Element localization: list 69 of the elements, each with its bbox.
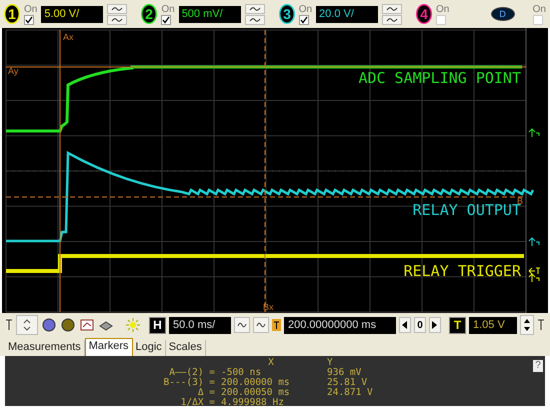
marker-label: Ay xyxy=(8,66,18,76)
channel-button[interactable]: 1 xyxy=(4,4,20,24)
on-label: On xyxy=(532,4,546,14)
up-down-icon xyxy=(523,318,531,332)
trace-label: RELAY TRIGGER xyxy=(404,262,521,280)
channel-button[interactable]: 4 xyxy=(416,4,432,24)
trigger-marker-icon xyxy=(272,319,281,331)
marker-icon xyxy=(537,318,545,332)
trace-label: ADC SAMPLING POINT xyxy=(358,69,521,87)
channel-button[interactable]: 3 xyxy=(278,4,295,24)
scale-field[interactable]: 5.00 V/ xyxy=(41,6,104,22)
marker-name: B---(3) = xyxy=(162,378,215,388)
marker-icon xyxy=(5,318,13,332)
right-arrow-icon xyxy=(432,321,438,329)
wave-button[interactable] xyxy=(234,317,250,333)
on-checkbox[interactable] xyxy=(161,14,172,24)
ac-coupling-icon xyxy=(244,4,265,14)
reset-button[interactable]: 0 xyxy=(414,317,426,333)
dc-coupling-icon xyxy=(244,14,265,24)
on-checkbox[interactable] xyxy=(24,14,34,24)
digital-button[interactable]: D xyxy=(490,7,515,21)
trigger-level-icon[interactable] xyxy=(528,268,540,274)
column-header: X xyxy=(267,358,275,368)
marker-label: Ax xyxy=(63,32,74,42)
marker-y-value: 24.871 V xyxy=(327,388,374,398)
marker-name: Δ = xyxy=(196,388,215,398)
marker-y-value: 936 mV xyxy=(327,368,362,378)
ground-marker-icon[interactable] xyxy=(528,273,540,282)
trigger-button[interactable]: T xyxy=(449,316,466,334)
right-button[interactable] xyxy=(429,317,441,333)
on-label: On xyxy=(161,4,175,14)
marker-y-value: 25.81 V xyxy=(327,378,368,388)
marker-x-value: 200.00000 ms xyxy=(221,378,291,388)
screenshot-icon[interactable] xyxy=(79,317,95,333)
on-checkbox[interactable] xyxy=(298,14,309,24)
horizontal-button[interactable]: H xyxy=(149,316,166,334)
dc-coupling-icon xyxy=(382,14,402,24)
spinner-button[interactable] xyxy=(520,315,534,335)
ac-coupling-icon xyxy=(382,4,402,14)
timebase-field[interactable]: 50.0 ms/ xyxy=(169,316,231,334)
left-arrow-icon xyxy=(402,321,408,329)
column-header: Y xyxy=(327,358,334,368)
scale-field[interactable]: 20.0 V/ xyxy=(316,6,378,22)
on-label: On xyxy=(24,4,38,14)
marker-name: A——(2) = xyxy=(169,368,215,378)
ac-coupling-icon xyxy=(107,4,128,14)
on-label: On xyxy=(298,4,312,14)
marker-line[interactable] xyxy=(6,66,526,68)
circle-icon[interactable] xyxy=(41,317,57,333)
ground-marker-icon[interactable] xyxy=(528,237,540,246)
scale-field[interactable]: 500 mV/ xyxy=(178,6,241,22)
up-down-icon xyxy=(22,318,32,332)
marker-label: Bx xyxy=(263,302,274,312)
marker-x-value: 200.00050 ms xyxy=(221,388,291,398)
circle-icon[interactable] xyxy=(60,317,76,333)
help-button[interactable]: ? xyxy=(533,360,543,372)
channel-button[interactable]: 2 xyxy=(141,4,158,24)
tab[interactable]: Markers xyxy=(84,338,132,356)
marker-line[interactable] xyxy=(264,30,266,312)
marker-x-value: 4.999988 Hz xyxy=(221,398,285,408)
delay-field[interactable]: 200.00000000 ms xyxy=(284,316,396,334)
ground-marker-icon[interactable] xyxy=(528,128,540,138)
on-label: On xyxy=(436,4,450,14)
dc-coupling-icon xyxy=(107,14,128,24)
marker-x-value: -500 ns xyxy=(221,368,262,378)
marker-name: 1/ΔX = xyxy=(180,398,215,408)
wave-button[interactable] xyxy=(253,317,269,333)
left-button[interactable] xyxy=(399,317,411,333)
trigger-level-field[interactable]: 1.05 V xyxy=(469,316,517,334)
